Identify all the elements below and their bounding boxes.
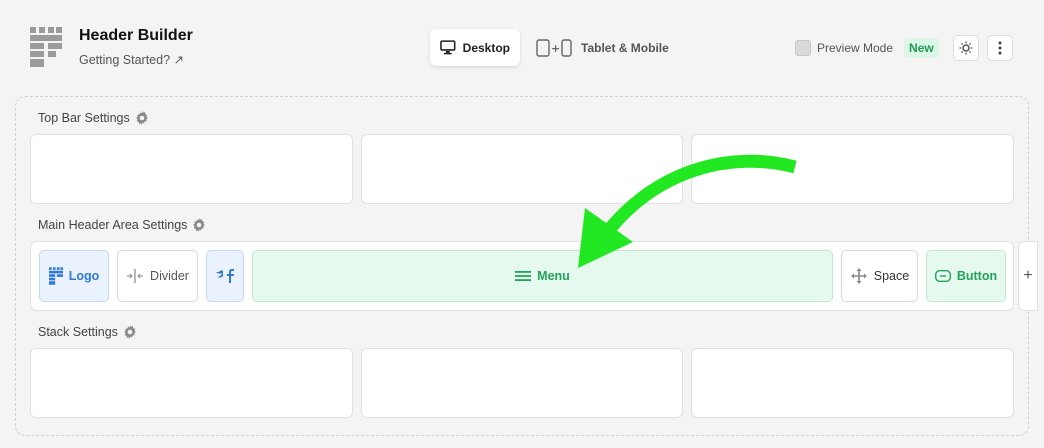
move-arrows-icon	[850, 268, 867, 284]
tab-desktop-label: Desktop	[462, 40, 510, 55]
sun-icon	[959, 41, 973, 55]
top-bar-cell-center[interactable]	[361, 134, 683, 204]
app-title: Header Builder	[79, 27, 193, 44]
gear-icon[interactable]	[135, 111, 149, 125]
app-logo-icon	[30, 27, 62, 67]
tab-tablet-mobile-label: Tablet & Mobile	[581, 40, 669, 55]
stack-settings-label: Stack Settings	[38, 325, 118, 339]
svg-text:+: +	[551, 42, 560, 55]
tab-tablet-mobile[interactable]: + Tablet & Mobile	[526, 29, 679, 66]
gear-icon[interactable]	[192, 218, 206, 232]
stack-cell-center[interactable]	[361, 348, 683, 418]
stack-cell-right[interactable]	[691, 348, 1014, 418]
theme-toggle-button[interactable]	[953, 35, 979, 61]
divider-icon	[127, 269, 144, 283]
divider-element[interactable]: Divider	[117, 250, 198, 302]
top-bar-settings[interactable]: Top Bar Settings	[38, 111, 149, 125]
tablet-mobile-icon: +	[536, 38, 572, 57]
main-header-settings[interactable]: Main Header Area Settings	[38, 218, 206, 232]
top-bar-settings-label: Top Bar Settings	[38, 111, 130, 125]
getting-started-link[interactable]: Getting Started? ↗	[79, 52, 184, 67]
button-element-label: Button	[956, 269, 998, 283]
tab-desktop[interactable]: Desktop	[430, 29, 520, 66]
add-element-button[interactable]: +	[1018, 241, 1038, 311]
gear-icon[interactable]	[123, 325, 137, 339]
divider-element-label: Divider	[150, 269, 189, 283]
social-icons-icon	[216, 269, 234, 283]
hamburger-icon	[515, 271, 532, 281]
social-icons-element[interactable]	[206, 250, 244, 302]
logo-icon	[48, 267, 63, 285]
preview-checkbox[interactable]	[795, 40, 811, 56]
space-element[interactable]: Space	[841, 250, 918, 302]
top-bar-cell-right[interactable]	[691, 134, 1014, 204]
stack-cell-left[interactable]	[30, 348, 353, 418]
logo-element-label: Logo	[68, 269, 100, 283]
logo-element[interactable]: Logo	[39, 250, 109, 302]
preview-mode-toggle[interactable]: Preview Mode New	[795, 38, 939, 58]
new-badge: New	[904, 38, 939, 58]
plus-icon: +	[1023, 267, 1033, 284]
main-header-settings-label: Main Header Area Settings	[38, 218, 188, 232]
menu-element-label: Menu	[537, 269, 570, 283]
stack-settings[interactable]: Stack Settings	[38, 325, 137, 339]
more-options-button[interactable]	[987, 35, 1013, 61]
menu-element[interactable]: Menu	[252, 250, 833, 302]
button-icon	[934, 270, 951, 282]
kebab-menu-icon	[998, 41, 1002, 55]
space-element-label: Space	[873, 269, 910, 283]
top-bar-cell-left[interactable]	[30, 134, 353, 204]
preview-mode-label: Preview Mode	[817, 41, 894, 55]
button-element[interactable]: Button	[926, 250, 1006, 302]
monitor-icon	[440, 40, 456, 55]
